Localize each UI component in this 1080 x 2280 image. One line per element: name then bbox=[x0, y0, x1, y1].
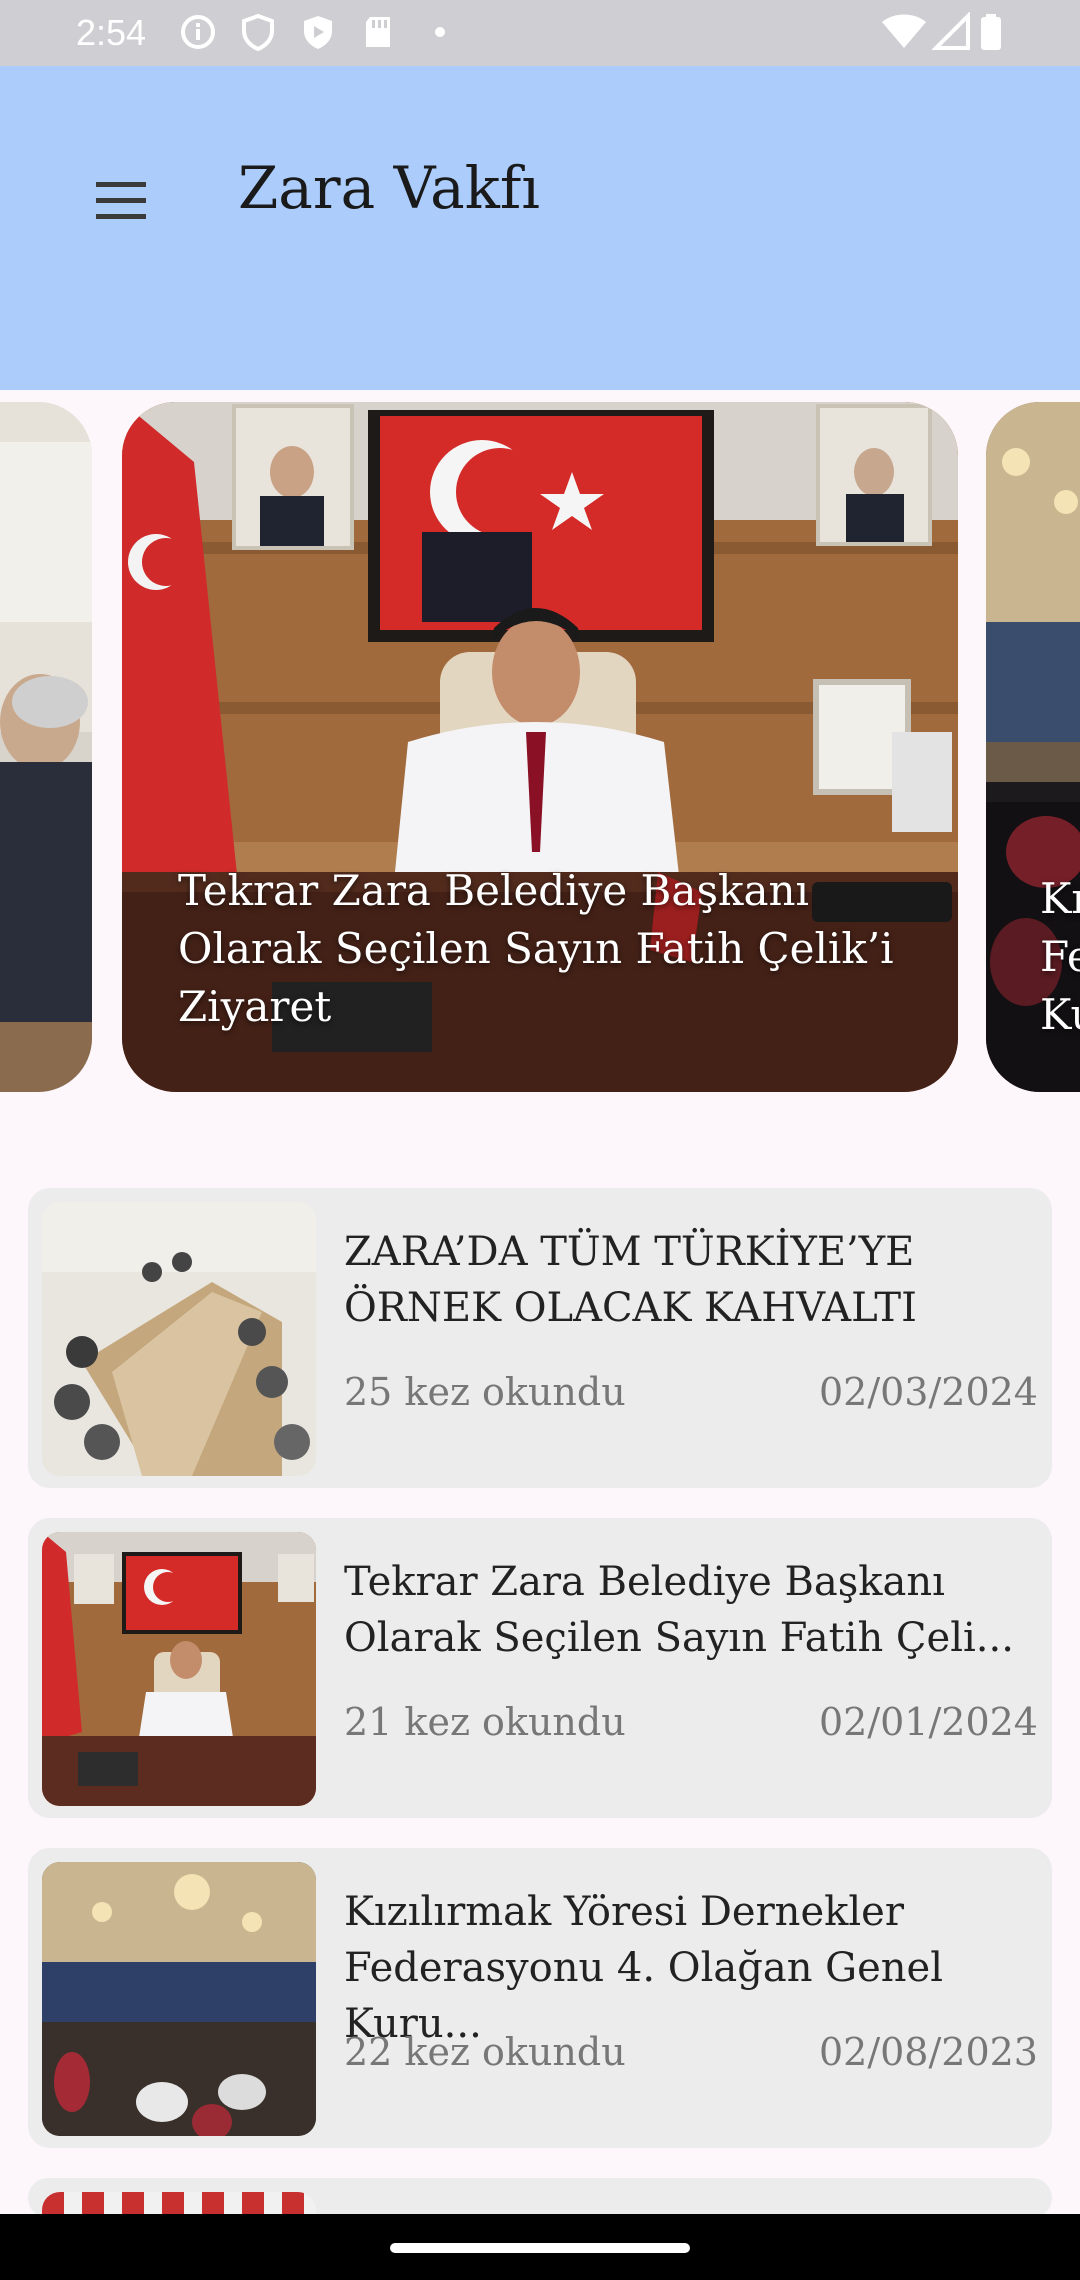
hamburger-menu-icon[interactable] bbox=[88, 166, 158, 236]
carousel-slide-caption: Tekrar Zara Belediye Başkanı Olarak Seçi… bbox=[178, 866, 894, 1031]
info-icon bbox=[178, 12, 218, 52]
carousel-caption-line: Ku bbox=[1040, 990, 1080, 1039]
wifi-icon bbox=[880, 12, 928, 52]
news-date: 02/01/2024 bbox=[818, 1700, 1038, 1744]
carousel-slide-previous[interactable] bbox=[0, 402, 92, 1092]
shield-icon bbox=[238, 12, 278, 52]
news-thumbnail bbox=[42, 1202, 316, 1476]
news-list-item[interactable]: Tekrar Zara Belediye Başkanı Olarak Seçi… bbox=[28, 1518, 1052, 1818]
carousel-slide-caption-partial: Kı Fe Ku bbox=[1040, 870, 1080, 1044]
play-protect-icon bbox=[298, 12, 338, 52]
carousel-slide-image bbox=[0, 402, 92, 1092]
carousel-slide-next[interactable]: Kı Fe Ku bbox=[986, 402, 1080, 1092]
news-thumbnail bbox=[42, 1532, 316, 1806]
app-bar: Zara Vakfı bbox=[0, 66, 1080, 390]
status-time: 2:54 bbox=[76, 12, 147, 53]
news-list-item[interactable]: ZARA’DA TÜM TÜRKİYE’YE ÖRNEK OLACAK KAHV… bbox=[28, 1188, 1052, 1488]
news-list-item[interactable]: Kızılırmak Yöresi Dernekler Federasyonu … bbox=[28, 1848, 1052, 2148]
news-date: 02/03/2024 bbox=[818, 1370, 1038, 1414]
news-carousel[interactable]: Tekrar Zara Belediye Başkanı Olarak Seçi… bbox=[0, 402, 1080, 1092]
carousel-caption-line: Kı bbox=[1040, 874, 1080, 923]
news-date: 02/08/2023 bbox=[818, 2030, 1038, 2074]
carousel-caption-line: Fe bbox=[1040, 932, 1080, 981]
app-title: Zara Vakfı bbox=[238, 154, 540, 222]
news-title: Kızılırmak Yöresi Dernekler Federasyonu … bbox=[344, 1889, 944, 2047]
news-view-count: 21 kez okundu bbox=[344, 1700, 626, 1744]
signal-icon bbox=[931, 11, 972, 52]
news-view-count: 25 kez okundu bbox=[344, 1370, 626, 1414]
status-bar: 2:54 bbox=[0, 0, 1080, 66]
dot-icon bbox=[426, 12, 466, 52]
sd-card-icon bbox=[358, 12, 398, 52]
home-indicator[interactable] bbox=[390, 2243, 690, 2253]
news-title: ZARA’DA TÜM TÜRKİYE’YE ÖRNEK OLACAK KAHV… bbox=[344, 1229, 917, 1331]
news-thumbnail bbox=[42, 1862, 316, 2136]
news-title: Tekrar Zara Belediye Başkanı Olarak Seçi… bbox=[344, 1559, 1014, 1661]
news-list-item[interactable] bbox=[28, 2178, 1052, 2218]
battery-icon bbox=[978, 12, 1004, 52]
news-view-count: 22 kez okundu bbox=[344, 2030, 626, 2074]
carousel-slide-current[interactable]: Tekrar Zara Belediye Başkanı Olarak Seçi… bbox=[122, 402, 958, 1092]
